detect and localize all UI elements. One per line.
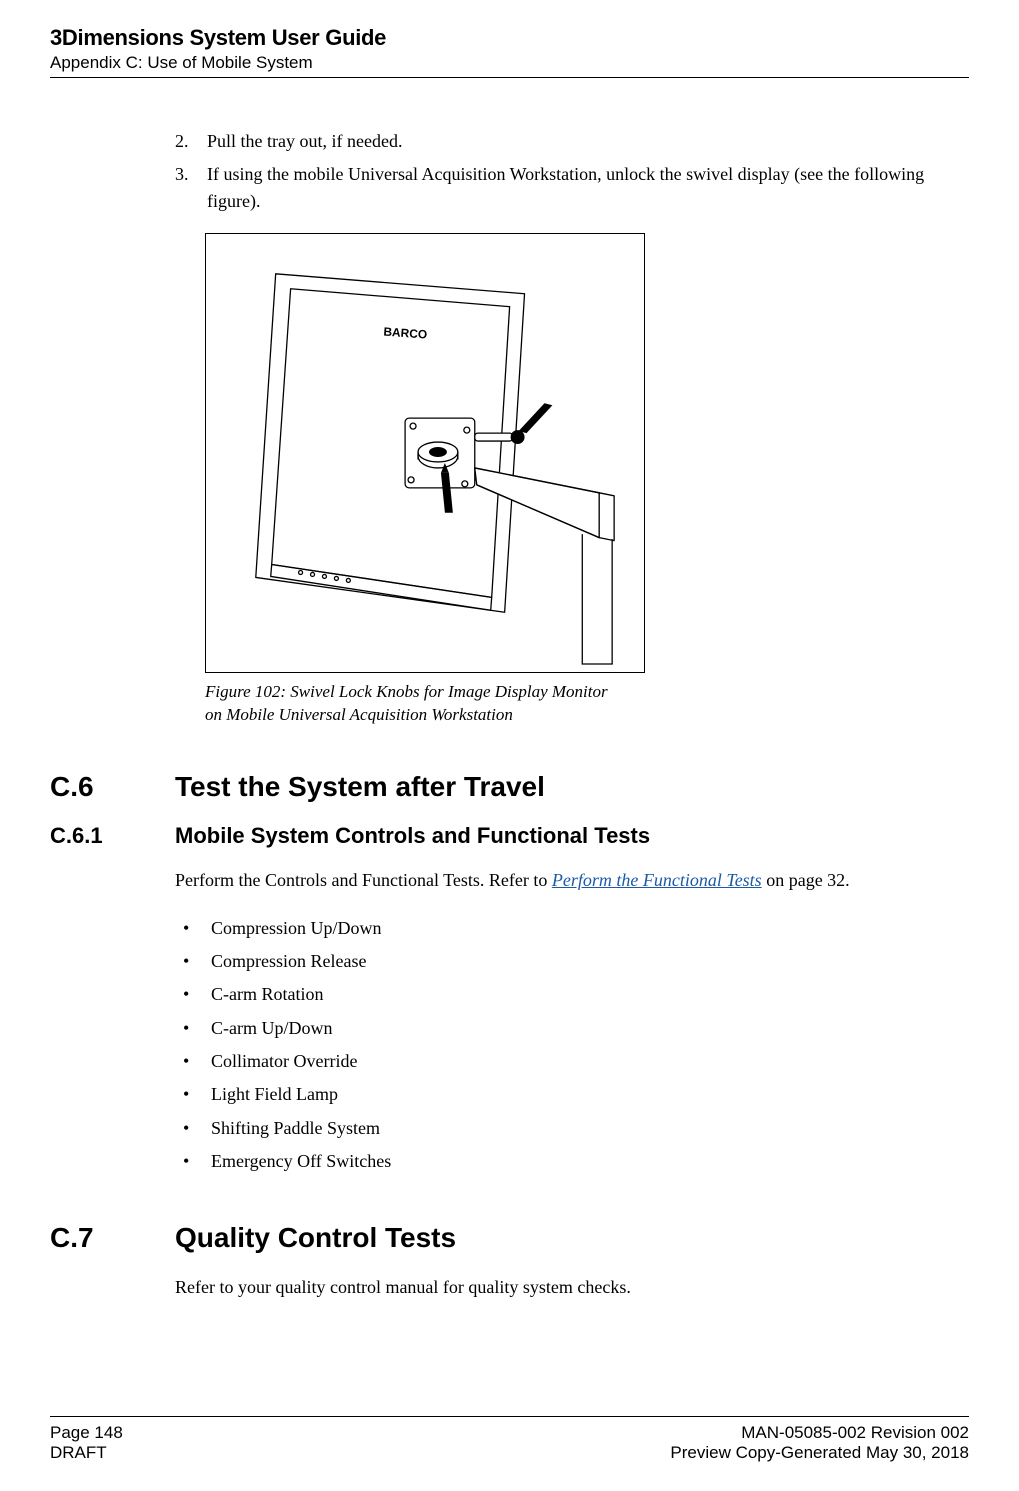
- subsection-number: C.6.1: [50, 823, 175, 849]
- subsection-title: Mobile System Controls and Functional Te…: [175, 823, 650, 849]
- paragraph: Perform the Controls and Functional Test…: [175, 867, 969, 894]
- list-item: 3. If using the mobile Universal Acquisi…: [175, 161, 969, 215]
- section-title: Quality Control Tests: [175, 1222, 456, 1254]
- section-heading: C.7 Quality Control Tests: [50, 1222, 969, 1254]
- step-list: 2. Pull the tray out, if needed. 3. If u…: [175, 128, 969, 215]
- subsection-heading: C.6.1 Mobile System Controls and Functio…: [50, 823, 969, 849]
- svg-text:BARCO: BARCO: [383, 325, 428, 342]
- generated-label: Preview Copy-Generated May 30, 2018: [670, 1443, 969, 1463]
- figure: BARCO: [205, 233, 969, 727]
- text: Perform the Controls and Functional Test…: [175, 870, 552, 890]
- monitor-line-drawing-icon: BARCO: [206, 234, 644, 672]
- doc-subtitle: Appendix C: Use of Mobile System: [50, 53, 969, 73]
- text: on page 32.: [762, 870, 850, 890]
- page-footer: Page 148 DRAFT MAN-05085-002 Revision 00…: [50, 1416, 969, 1463]
- caption-line: Figure 102: Swivel Lock Knobs for Image …: [205, 681, 645, 704]
- doc-title: 3Dimensions System User Guide: [50, 25, 969, 51]
- figure-caption: Figure 102: Swivel Lock Knobs for Image …: [205, 681, 645, 727]
- list-item: Emergency Off Switches: [211, 1145, 969, 1178]
- list-item: C-arm Rotation: [211, 978, 969, 1011]
- draft-label: DRAFT: [50, 1443, 123, 1463]
- step-text: If using the mobile Universal Acquisitio…: [207, 161, 969, 215]
- list-item: 2. Pull the tray out, if needed.: [175, 128, 969, 155]
- step-number: 3.: [175, 161, 207, 215]
- list-item: C-arm Up/Down: [211, 1012, 969, 1045]
- step-text: Pull the tray out, if needed.: [207, 128, 412, 155]
- page-header: 3Dimensions System User Guide Appendix C…: [50, 25, 969, 78]
- list-item: Compression Up/Down: [211, 912, 969, 945]
- section-number: C.7: [50, 1222, 175, 1254]
- list-item: Compression Release: [211, 945, 969, 978]
- revision-label: MAN-05085-002 Revision 002: [670, 1423, 969, 1443]
- paragraph: Refer to your quality control manual for…: [175, 1274, 969, 1301]
- section-title: Test the System after Travel: [175, 771, 545, 803]
- figure-image: BARCO: [205, 233, 645, 673]
- bullet-list: Compression Up/Down Compression Release …: [175, 912, 969, 1178]
- step-number: 2.: [175, 128, 207, 155]
- list-item: Shifting Paddle System: [211, 1112, 969, 1145]
- section-number: C.6: [50, 771, 175, 803]
- cross-reference-link[interactable]: Perform the Functional Tests: [552, 870, 762, 890]
- caption-line: on Mobile Universal Acquisition Workstat…: [205, 704, 645, 727]
- list-item: Collimator Override: [211, 1045, 969, 1078]
- list-item: Light Field Lamp: [211, 1078, 969, 1111]
- page-number: Page 148: [50, 1423, 123, 1443]
- section-heading: C.6 Test the System after Travel: [50, 771, 969, 803]
